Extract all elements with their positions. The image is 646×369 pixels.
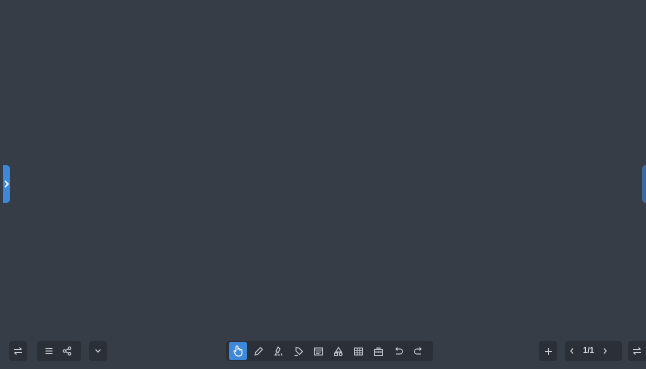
select-tool-button[interactable]	[229, 342, 247, 360]
eraser-icon	[294, 346, 303, 356]
highlighter-icon	[273, 345, 282, 356]
shapes-icon	[333, 346, 343, 356]
right-panel-toggle[interactable]	[642, 165, 646, 203]
eraser-tool-button[interactable]	[289, 342, 307, 360]
toolbox-icon	[373, 347, 383, 356]
toolbox-button[interactable]	[369, 342, 387, 360]
pen-tool-button[interactable]	[249, 342, 267, 360]
text-box-icon	[313, 347, 323, 355]
undo-icon	[394, 346, 403, 354]
share-button[interactable]	[58, 342, 76, 360]
swap-icon	[633, 347, 641, 355]
menu-button[interactable]	[40, 342, 58, 360]
prev-page-icon	[570, 348, 574, 354]
undo-button[interactable]	[389, 342, 407, 360]
chevron-right-icon	[4, 180, 9, 188]
hand-pointer-icon	[233, 345, 243, 357]
redo-icon	[413, 346, 422, 354]
pager: 1/1	[565, 341, 622, 361]
redo-button[interactable]	[409, 342, 427, 360]
main-toolbar	[226, 341, 433, 361]
collapse-button[interactable]	[89, 342, 107, 360]
menu-icon	[45, 348, 53, 354]
prev-page-button[interactable]	[565, 342, 579, 360]
text-box-tool-button[interactable]	[309, 342, 327, 360]
whiteboard-canvas[interactable]	[0, 0, 646, 369]
table-icon	[353, 347, 363, 355]
next-page-button[interactable]	[598, 342, 612, 360]
table-tool-button[interactable]	[349, 342, 367, 360]
highlighter-tool-button[interactable]	[269, 342, 287, 360]
swap-sides-button-right[interactable]	[628, 342, 646, 360]
swap-icon	[14, 347, 22, 355]
next-page-icon	[603, 348, 607, 354]
share-icon	[62, 346, 72, 356]
add-page-icon	[544, 347, 552, 355]
add-page-button[interactable]	[539, 342, 557, 360]
pen-icon	[253, 346, 263, 356]
left-panel-toggle[interactable]	[3, 165, 10, 203]
collapse-group	[89, 341, 107, 361]
swap-sides-button[interactable]	[9, 342, 27, 360]
chevron-down-icon	[95, 349, 101, 353]
shapes-tool-button[interactable]	[329, 342, 347, 360]
add-page-group	[539, 341, 557, 361]
switch-side-button-left-group	[9, 341, 27, 361]
page-indicator: 1/1	[583, 346, 595, 355]
switch-side-button-right-group	[628, 341, 646, 361]
menu-share-group	[37, 341, 81, 361]
